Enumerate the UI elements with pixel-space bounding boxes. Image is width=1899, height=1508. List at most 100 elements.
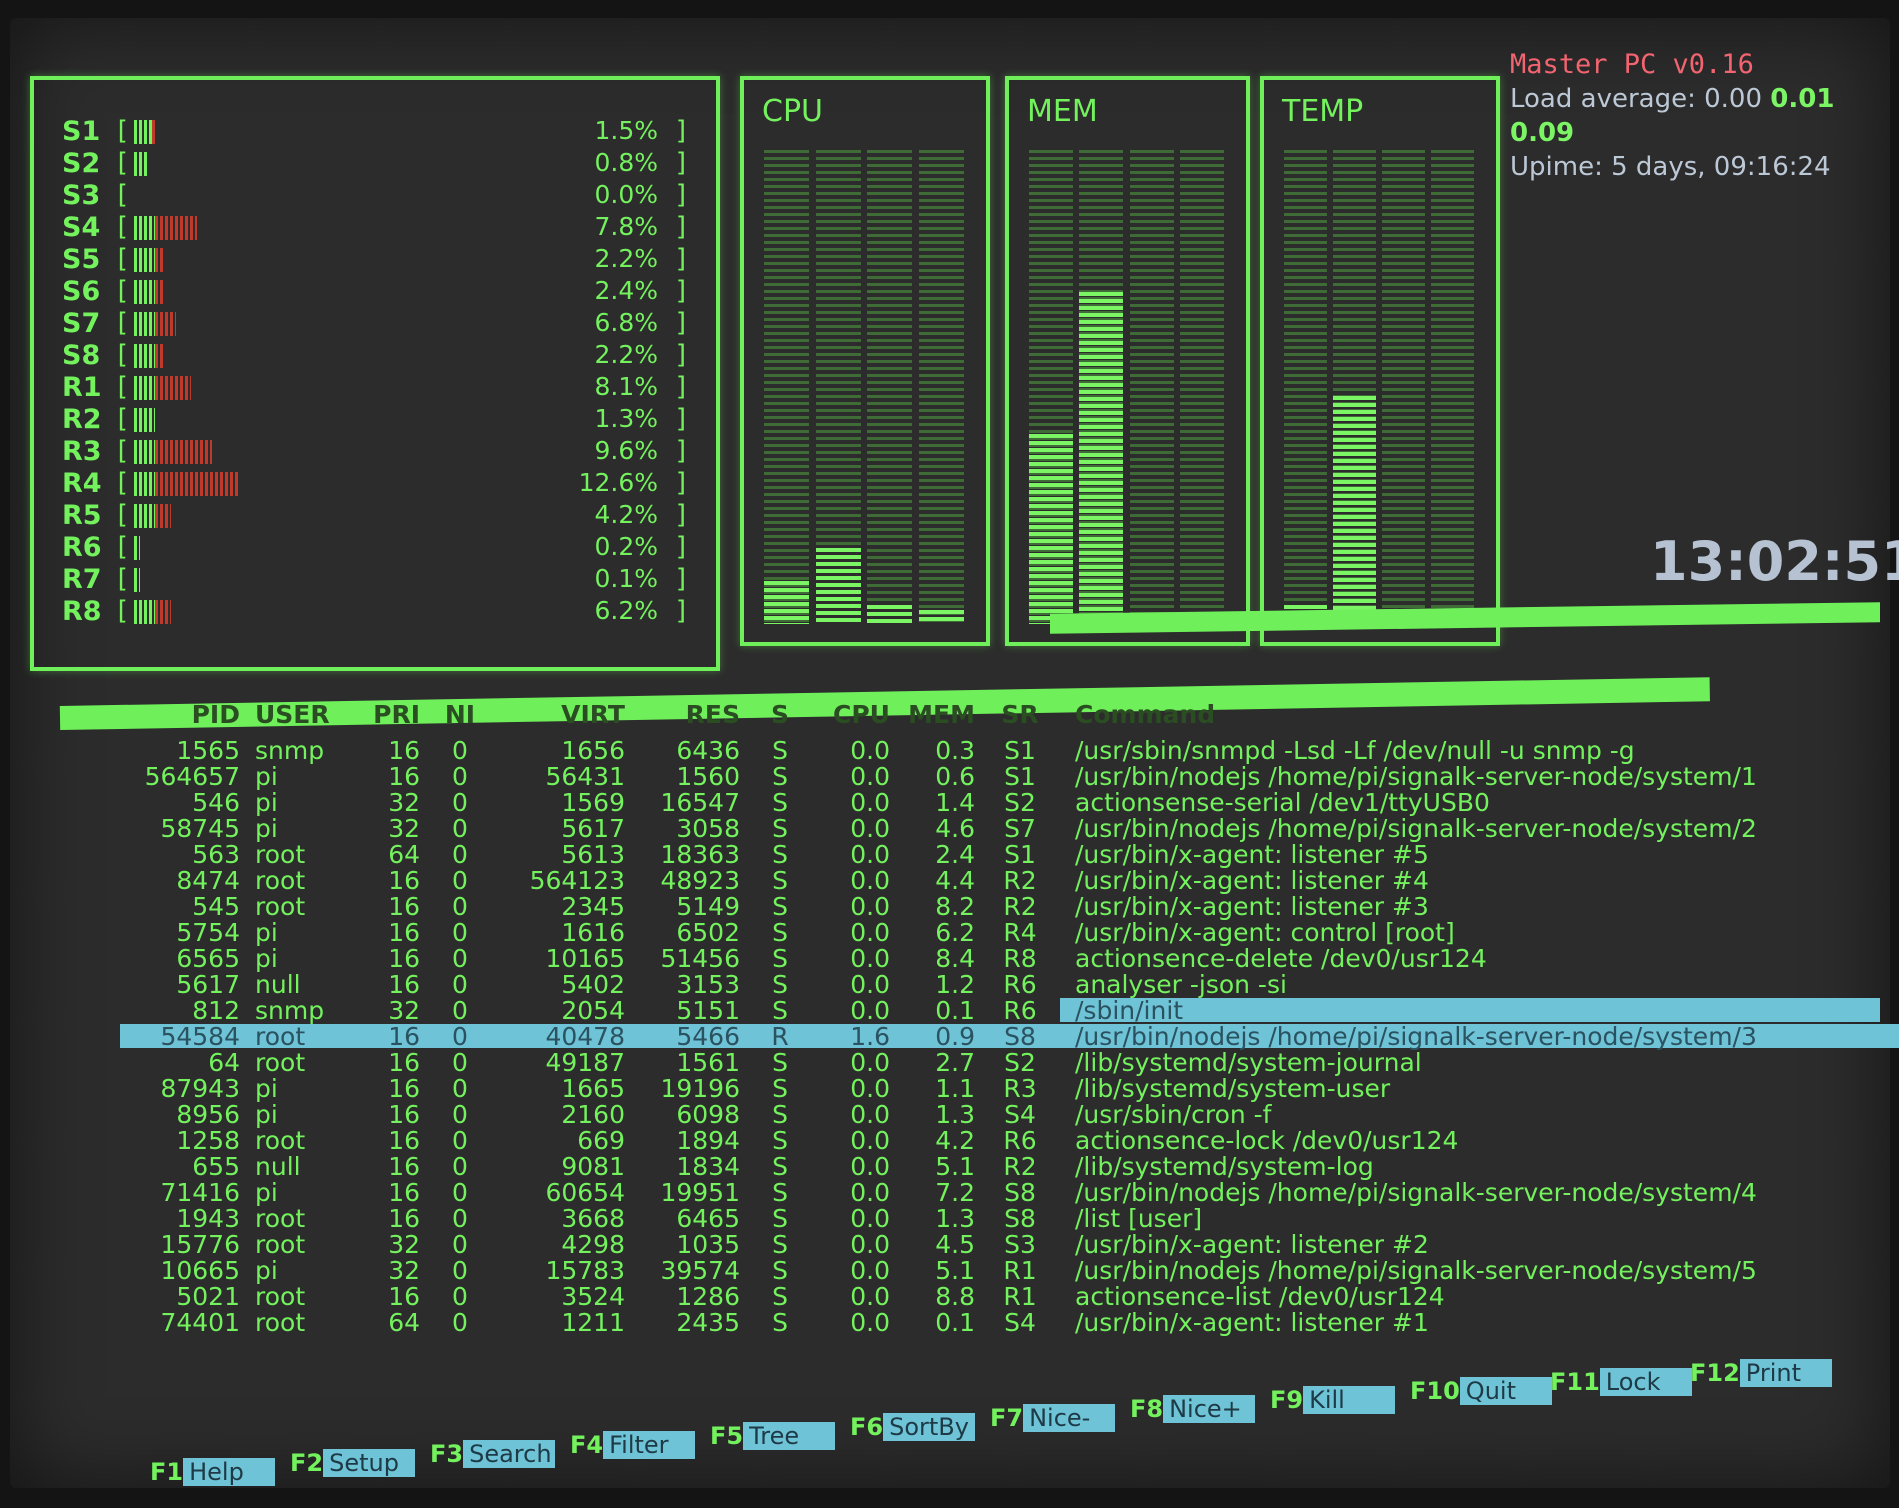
mem-meter-bars	[1027, 150, 1228, 624]
meter-background	[918, 150, 964, 624]
cell-ni: 0	[452, 1074, 468, 1103]
cell-pid: 655	[192, 1152, 240, 1181]
meter-column	[1129, 150, 1174, 624]
cell-user: pi	[255, 1100, 278, 1129]
header-mem[interactable]: MEM	[895, 700, 975, 729]
app-title: Master PC v0.16	[1510, 49, 1754, 80]
bracket-close: ]	[674, 532, 690, 562]
core-percent: 0.0%	[594, 180, 658, 209]
cell-virt: 60654	[545, 1178, 625, 1207]
header-virt[interactable]: VIRT	[490, 700, 625, 729]
cell-res: 51456	[660, 944, 740, 973]
cell-cpu: 0.0	[850, 1204, 890, 1233]
meter-fill	[815, 548, 861, 624]
cell-mem: 7.2	[935, 1178, 975, 1207]
header-ni[interactable]: NI	[435, 700, 485, 729]
cell-user: pi	[255, 918, 278, 947]
core-name: R2	[62, 404, 102, 435]
cell-user: root	[255, 840, 306, 869]
bracket-open: [	[114, 372, 130, 402]
fkey-key: F9	[1270, 1386, 1304, 1414]
cell-res: 1834	[676, 1152, 740, 1181]
fkey-kill[interactable]: F9 Kill	[1270, 1386, 1396, 1414]
cell-ni: 0	[452, 814, 468, 843]
header-pri[interactable]: PRI	[360, 700, 420, 729]
cell-virt: 56431	[545, 762, 625, 791]
cell-res: 19951	[660, 1178, 740, 1207]
cell-res: 6465	[676, 1204, 740, 1233]
cell-pri: 64	[388, 840, 420, 869]
cell-pri: 16	[388, 1100, 420, 1129]
cell-cpu: 0.0	[850, 996, 890, 1025]
cell-user: root	[255, 1048, 306, 1077]
system-info: Master PC v0.16 Load average: 0.00 0.01 …	[1510, 48, 1880, 184]
bracket-close: ]	[674, 372, 690, 402]
fkey-nice[interactable]: F7 Nice-	[990, 1404, 1116, 1432]
fkey-lock[interactable]: F11 Lock	[1550, 1368, 1692, 1396]
fkey-nice[interactable]: F8 Nice+	[1130, 1395, 1256, 1423]
cell-pri: 64	[388, 1308, 420, 1337]
core-percent: 6.2%	[594, 596, 658, 625]
fkey-label: Setup	[323, 1449, 416, 1477]
header-command[interactable]: Command	[1075, 700, 1215, 729]
meter-background	[1179, 150, 1224, 624]
cell-mem: 8.4	[935, 944, 975, 973]
cell-user: root	[255, 1022, 306, 1051]
cell-pid: 1258	[176, 1126, 240, 1155]
cell-s: S	[772, 1308, 788, 1337]
fkey-help[interactable]: F1 Help	[150, 1458, 276, 1486]
cell-pid: 58745	[160, 814, 240, 843]
fkey-filter[interactable]: F4 Filter	[570, 1431, 696, 1459]
fkey-tree[interactable]: F5 Tree	[710, 1422, 836, 1450]
cell-cpu: 0.0	[850, 1256, 890, 1285]
meter-background	[1430, 150, 1475, 624]
bracket-close: ]	[674, 276, 690, 306]
meter-column	[815, 150, 861, 624]
cell-cpu: 0.0	[850, 918, 890, 947]
bracket-open: [	[114, 244, 130, 274]
cell-user: root	[255, 1230, 306, 1259]
core-percent: 0.8%	[594, 148, 658, 177]
cell-virt: 3668	[561, 1204, 625, 1233]
fkey-quit[interactable]: F10 Quit	[1410, 1377, 1552, 1405]
cell-cmd: /usr/bin/nodejs /home/pi/signalk-server-…	[1075, 814, 1757, 843]
core-row: R4 [12.6%]	[62, 468, 702, 499]
cell-virt: 1665	[561, 1074, 625, 1103]
header-cpu[interactable]: CPU	[820, 700, 890, 729]
cell-pri: 32	[388, 1256, 420, 1285]
cell-user: pi	[255, 1074, 278, 1103]
header-user[interactable]: USER	[255, 700, 330, 729]
core-bar-green	[134, 536, 140, 560]
core-row: R3 [9.6%]	[62, 436, 702, 467]
meter-column	[867, 150, 913, 624]
fkey-print[interactable]: F12 Print	[1690, 1359, 1832, 1387]
cell-pri: 16	[388, 1178, 420, 1207]
cell-virt: 15783	[545, 1256, 625, 1285]
fkey-search[interactable]: F3 Search	[430, 1440, 556, 1468]
core-row: R7 [0.1%]	[62, 564, 702, 595]
cell-s: S	[772, 814, 788, 843]
header-pid[interactable]: PID	[100, 700, 240, 729]
header-res[interactable]: RES	[630, 700, 740, 729]
cell-cpu: 0.0	[850, 1048, 890, 1077]
meter-fill	[918, 609, 964, 624]
fkey-setup[interactable]: F2 Setup	[290, 1449, 416, 1477]
fkey-key: F2	[290, 1449, 324, 1477]
header-sr[interactable]: SR	[995, 700, 1045, 729]
cell-cpu: 0.0	[850, 944, 890, 973]
cell-pid: 64	[208, 1048, 240, 1077]
fkey-sortby[interactable]: F6 SortBy	[850, 1413, 976, 1441]
bracket-close: ]	[674, 500, 690, 530]
header-s[interactable]: S	[765, 700, 795, 729]
cell-sr: R1	[1003, 1256, 1037, 1285]
cell-virt: 669	[577, 1126, 625, 1155]
fkey-key: F5	[710, 1422, 744, 1450]
bracket-open: [	[114, 180, 130, 210]
core-name: R3	[62, 436, 102, 467]
cell-virt: 1656	[561, 736, 625, 765]
cell-ni: 0	[452, 918, 468, 947]
mem-meter-panel: MEM	[1005, 76, 1250, 646]
cell-ni: 0	[452, 736, 468, 765]
cell-pid: 87943	[160, 1074, 240, 1103]
core-percent: 1.3%	[594, 404, 658, 433]
